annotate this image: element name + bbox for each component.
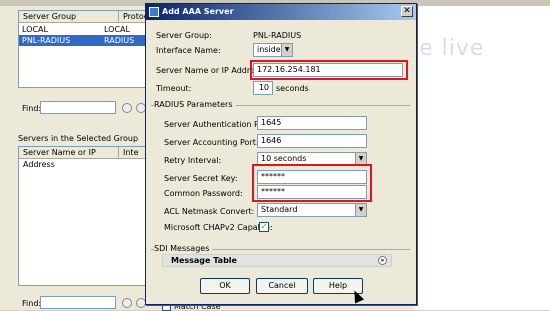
- interface-name-value: inside: [257, 45, 281, 54]
- acl-netmask-label: ACL Netmask Convert:: [164, 207, 255, 216]
- interface-name-label: Interface Name:: [156, 46, 221, 55]
- auth-port-input[interactable]: 1645: [257, 116, 367, 130]
- radius-parameters-title: RADIUS Parameters: [154, 100, 236, 109]
- add-aaa-server-dialog: Add AAA Server ✕ Server Group: PNL-RADIU…: [145, 3, 417, 305]
- server-groups-table: Server Group Protoco LOCAL LOCAL PNL-RAD…: [18, 10, 153, 88]
- expand-icon[interactable]: »: [378, 256, 387, 265]
- acct-port-input[interactable]: 1646: [257, 134, 367, 148]
- find-label: Find:: [22, 299, 42, 308]
- chevron-down-icon: ▼: [281, 44, 292, 56]
- server-group-value: PNL-RADIUS: [253, 31, 302, 40]
- cell-protocol: RADIUS: [104, 36, 135, 45]
- servers-section-title: Servers in the Selected Group: [18, 134, 139, 143]
- timeout-unit: seconds: [276, 84, 309, 93]
- timeout-label: Timeout:: [156, 84, 192, 93]
- message-table-bar[interactable]: Message Table »: [162, 254, 392, 267]
- timeout-input[interactable]: 10: [253, 81, 273, 95]
- retry-interval-value: 10 seconds: [261, 154, 307, 163]
- column-header-server-group[interactable]: Server Group: [19, 11, 119, 23]
- chevron-down-icon: ▼: [355, 204, 366, 216]
- server-group-label: Server Group:: [156, 31, 212, 40]
- column-header-server-name[interactable]: Server Name or IP Address: [19, 147, 119, 169]
- servers-table: Server Name or IP Address Inte: [18, 146, 147, 286]
- chap-label: Microsoft CHAPv2 Capable:: [164, 223, 273, 232]
- table-row[interactable]: LOCAL LOCAL: [19, 24, 145, 35]
- sdi-messages-title: SDI Messages: [154, 244, 213, 253]
- acct-port-label: Server Accounting Port:: [164, 138, 259, 147]
- find-label: Find:: [22, 104, 42, 113]
- dialog-titlebar[interactable]: Add AAA Server ✕: [146, 4, 416, 20]
- column-header-interface[interactable]: Inte: [119, 147, 147, 159]
- interface-name-select[interactable]: inside ▼: [253, 43, 293, 57]
- ok-button[interactable]: OK: [200, 278, 250, 294]
- app-icon: [149, 7, 159, 17]
- find-input[interactable]: [40, 296, 116, 309]
- common-password-label: Common Password:: [164, 189, 243, 198]
- cell-protocol: LOCAL: [104, 25, 130, 34]
- close-button[interactable]: ✕: [401, 6, 413, 17]
- cell-server-group: PNL-RADIUS: [22, 36, 71, 45]
- secret-key-label: Server Secret Key:: [164, 174, 238, 183]
- chap-checkbox[interactable]: ✓: [259, 222, 269, 232]
- dialog-title: Add AAA Server: [162, 7, 234, 16]
- retry-interval-label: Retry Interval:: [164, 156, 222, 165]
- find-input[interactable]: [40, 101, 116, 114]
- message-table-label: Message Table: [171, 256, 237, 265]
- highlight-box: [250, 60, 408, 80]
- cell-server-group: LOCAL: [22, 25, 48, 34]
- acl-netmask-value: Standard: [261, 205, 298, 214]
- highlight-box: [252, 164, 372, 202]
- find-next-icon[interactable]: [122, 103, 132, 113]
- table-row-selected[interactable]: PNL-RADIUS RADIUS: [19, 35, 145, 46]
- column-header-protocol[interactable]: Protoco: [119, 11, 153, 23]
- acl-netmask-select[interactable]: Standard ▼: [257, 203, 367, 217]
- find-next-icon[interactable]: [122, 298, 132, 308]
- cancel-button[interactable]: Cancel: [256, 278, 308, 294]
